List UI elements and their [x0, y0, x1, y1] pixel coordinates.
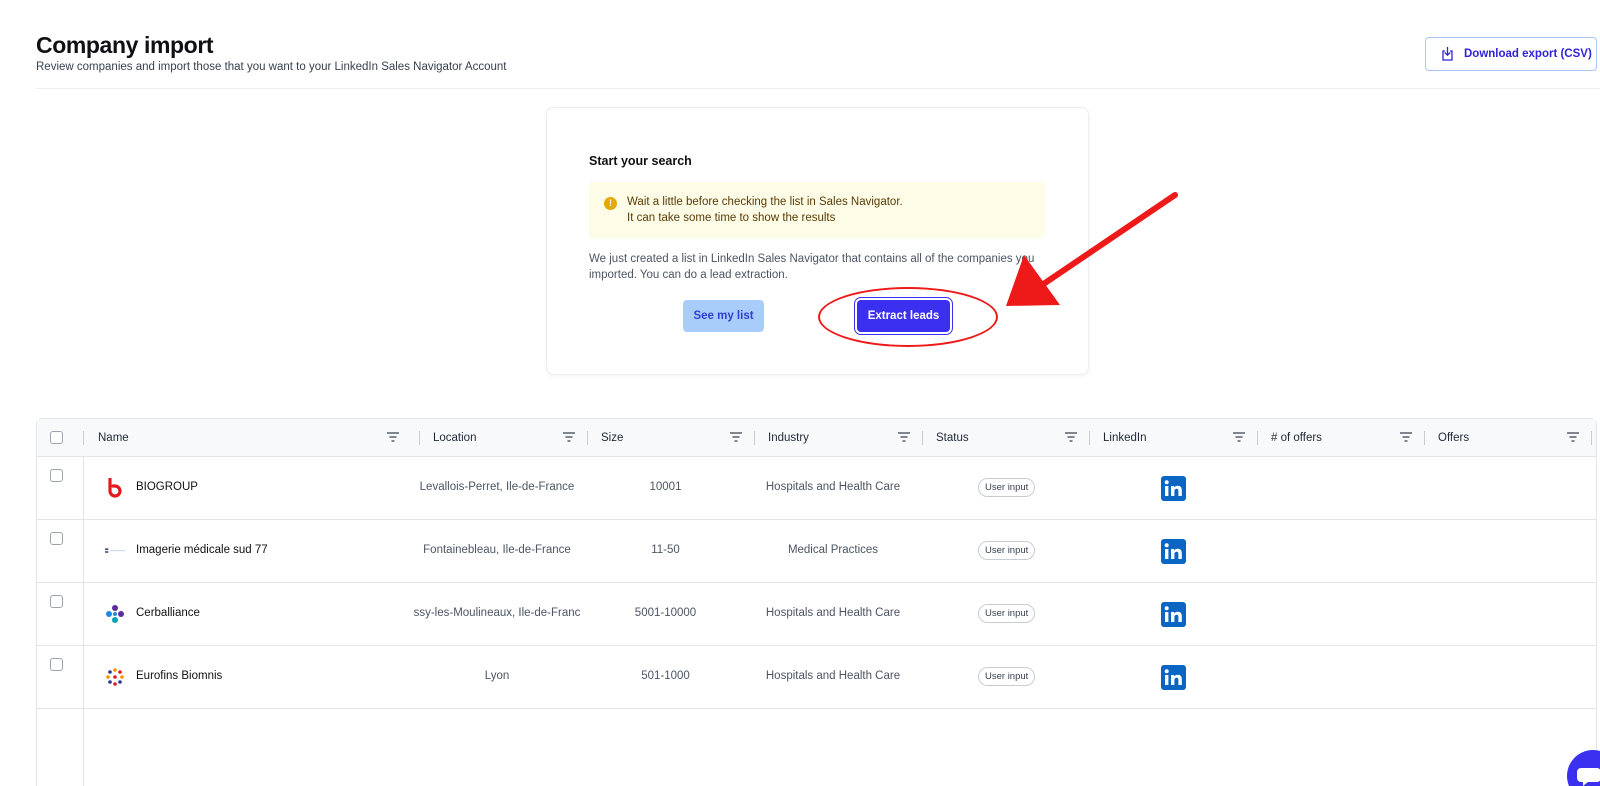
row-checkbox[interactable]	[50, 595, 63, 608]
see-my-list-button[interactable]: See my list	[683, 300, 764, 332]
column-header-name-label: Name	[98, 432, 129, 444]
company-name: Imagerie médicale sud 77	[136, 544, 268, 556]
filter-icon[interactable]	[1567, 432, 1579, 442]
table-row[interactable]: Cerballiance ssy-les-Moulineaux, Île-de-…	[37, 583, 1596, 646]
page-title: Company import	[36, 32, 214, 58]
row-checkbox[interactable]	[50, 658, 63, 671]
company-location: Fontainebleau, Île-de-France	[423, 544, 571, 556]
company-name: Cerballiance	[136, 607, 200, 619]
info-text-line1: We just created a list in LinkedIn Sales…	[589, 253, 1035, 265]
linkedin-icon[interactable]	[1161, 539, 1186, 564]
column-header-size[interactable]: Size	[601, 419, 752, 457]
header-sep-8	[1591, 431, 1592, 445]
company-size: 10001	[649, 481, 682, 493]
row-checkbox[interactable]	[50, 532, 63, 545]
warning-icon: !	[604, 197, 617, 210]
company-location: Levallois-Perret, Île-de-France	[419, 481, 575, 493]
select-all-checkbox[interactable]	[50, 431, 63, 444]
header-sep-0	[83, 431, 84, 445]
imagerie-logo	[105, 540, 125, 562]
column-header-linkedin-label: LinkedIn	[1103, 432, 1147, 444]
status-badge: User input	[978, 667, 1036, 686]
info-text-line2: imported. You can do a lead extraction.	[589, 269, 788, 281]
column-header-status-label: Status	[936, 432, 969, 444]
eurofins-logo	[105, 666, 125, 688]
filter-icon[interactable]	[898, 432, 910, 442]
annotation-arrow	[1006, 192, 1178, 306]
linkedin-icon[interactable]	[1161, 476, 1186, 501]
company-location: Lyon	[484, 670, 510, 682]
company-size: 11-50	[651, 544, 680, 556]
column-header-status[interactable]: Status	[936, 419, 1087, 457]
company-industry: Medical Practices	[787, 544, 879, 556]
column-header-offers-count[interactable]: # of offers	[1271, 419, 1422, 457]
company-size: 501-1000	[641, 670, 690, 682]
download-export-button[interactable]: Download export (CSV)	[1425, 37, 1597, 71]
header-sep-2	[587, 431, 588, 445]
chat-widget-button[interactable]	[1567, 750, 1600, 786]
search-card-title: Start your search	[589, 154, 692, 168]
column-header-size-label: Size	[601, 432, 624, 444]
company-name: Eurofins Biomnis	[136, 670, 223, 682]
header-sep-7	[1424, 431, 1425, 445]
warning-text-line1: Wait a little before checking the list i…	[627, 196, 903, 208]
status-badge: User input	[978, 541, 1036, 560]
column-header-industry[interactable]: Industry	[768, 419, 920, 457]
biogroup-logo	[105, 477, 125, 499]
cerballiance-logo	[105, 603, 125, 625]
company-industry: Hospitals and Health Care	[765, 607, 901, 619]
header-sep-5	[1089, 431, 1090, 445]
header-sep-6	[1257, 431, 1258, 445]
filter-icon[interactable]	[563, 432, 575, 442]
company-industry: Hospitals and Health Care	[765, 670, 901, 682]
filter-icon[interactable]	[387, 432, 399, 442]
linkedin-icon[interactable]	[1161, 602, 1186, 627]
filter-icon[interactable]	[1233, 432, 1245, 442]
header-divider	[36, 88, 1600, 89]
row-checkbox[interactable]	[50, 469, 63, 482]
header-sep-4	[922, 431, 923, 445]
column-header-offers-count-label: # of offers	[1271, 432, 1322, 444]
column-header-location[interactable]: Location	[433, 419, 585, 457]
column-header-location-label: Location	[433, 432, 477, 444]
column-header-offers-label: Offers	[1438, 432, 1470, 444]
download-icon	[1440, 46, 1455, 62]
filter-icon[interactable]	[1400, 432, 1412, 442]
linkedin-icon[interactable]	[1161, 665, 1186, 690]
warning-box: ! Wait a little before checking the list…	[589, 182, 1045, 238]
status-badge: User input	[978, 604, 1036, 623]
status-badge: User input	[978, 478, 1036, 497]
company-name: BIOGROUP	[136, 481, 198, 493]
column-header-offers[interactable]: Offers	[1438, 419, 1589, 457]
table-row[interactable]: Eurofins Biomnis Lyon 501-1000 Hospitals…	[37, 646, 1596, 709]
download-export-label: Download export (CSV)	[1464, 48, 1592, 60]
filter-icon[interactable]	[730, 432, 742, 442]
companies-table: Name Location Size Industry Status Linke…	[36, 418, 1597, 786]
table-header: Name Location Size Industry Status Linke…	[37, 419, 1596, 457]
header-sep-1	[419, 431, 420, 445]
table-row[interactable]: Imagerie médicale sud 77 Fontainebleau, …	[37, 520, 1596, 583]
company-size: 5001-10000	[634, 607, 697, 619]
company-industry: Hospitals and Health Care	[765, 481, 901, 493]
warning-text-line2: It can take some time to show the result…	[627, 212, 836, 224]
column-header-industry-label: Industry	[768, 432, 809, 444]
header-sep-3	[754, 431, 755, 445]
table-row[interactable]: BIOGROUP Levallois-Perret, Île-de-France…	[37, 457, 1596, 520]
column-header-linkedin[interactable]: LinkedIn	[1103, 419, 1255, 457]
chat-icon	[1577, 768, 1600, 786]
page-subtitle: Review companies and import those that y…	[36, 61, 507, 73]
filter-icon[interactable]	[1065, 432, 1077, 442]
company-location: ssy-les-Moulineaux, Île-de-Franc	[413, 607, 581, 619]
annotation-ellipse	[818, 287, 998, 347]
column-header-name[interactable]: Name	[98, 419, 409, 457]
